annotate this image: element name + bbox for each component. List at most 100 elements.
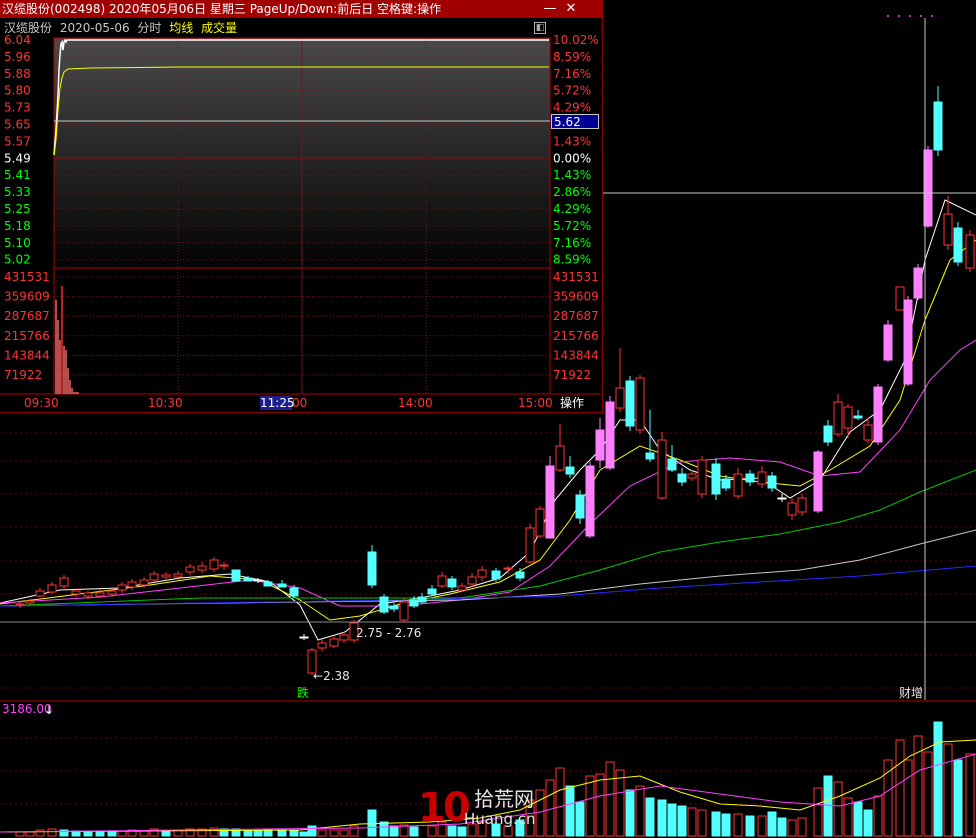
volume-axis-label-left: 215766 — [4, 329, 50, 343]
avg-line-legend[interactable]: 均线 — [169, 21, 193, 35]
price-axis-label: 5.65 — [4, 118, 31, 132]
volume-bar — [687, 807, 697, 837]
volume-bar — [117, 830, 127, 837]
candle-body — [757, 471, 767, 485]
volume-bar — [139, 830, 149, 837]
operations-button[interactable]: 操作 — [560, 396, 584, 410]
candle-body — [697, 459, 707, 495]
candle-body — [565, 466, 575, 475]
candle-body — [667, 458, 677, 471]
volume-axis-label-right: 71922 — [553, 368, 591, 382]
volume-bar — [83, 831, 93, 837]
candle-body — [243, 577, 253, 582]
chart-date: 2020-05-06 — [59, 21, 130, 35]
intraday-chart[interactable]: 6.045.965.885.805.735.655.575.495.415.33… — [0, 0, 602, 412]
percent-axis-label: 2.86% — [553, 185, 591, 199]
candle-body — [503, 567, 513, 570]
candle-body — [25, 600, 35, 604]
price-axis-label: 5.18 — [4, 219, 31, 233]
close-icon[interactable]: ✕ — [563, 1, 579, 17]
volume-bar — [777, 817, 787, 837]
candle-body — [339, 634, 349, 641]
volume-bar — [409, 826, 419, 837]
volume-bar — [299, 831, 309, 837]
candle-body — [47, 584, 57, 593]
candle-body — [943, 213, 953, 246]
candle-body — [525, 527, 535, 563]
candle-body — [161, 574, 171, 578]
volume-axis-label-left: 287687 — [4, 309, 50, 323]
price-axis-label: 5.57 — [4, 134, 31, 148]
volume-bar — [965, 753, 975, 837]
popup-titlebar[interactable]: 汉缆股份(002498) 2020年05月06日 星期三 PageUp/Down… — [0, 0, 602, 18]
candle-body — [173, 573, 183, 578]
range-annotation: 2.75 - 2.76 — [356, 626, 421, 640]
intraday-average-line — [53, 66, 549, 156]
candle-body — [615, 387, 625, 409]
candle-body — [399, 601, 409, 621]
candle-body — [477, 569, 487, 578]
volume-axis-label-left: 431531 — [4, 270, 50, 284]
candle-body — [625, 380, 635, 427]
volume-bar — [289, 829, 299, 837]
candle-body — [843, 406, 853, 429]
candle-body — [277, 583, 287, 588]
minimize-icon[interactable]: — — [542, 1, 558, 17]
volume-bar — [307, 825, 317, 837]
time-axis-label: 15:00 — [518, 396, 553, 410]
candle-body — [59, 577, 69, 587]
volume-bar — [47, 828, 57, 837]
candle-body — [913, 267, 923, 299]
volume-bar — [657, 799, 667, 837]
candle-body — [83, 592, 93, 597]
candle-body — [389, 605, 399, 610]
volume-bar — [833, 781, 843, 837]
popup-title: 汉缆股份(002498) 2020年05月06日 星期三 PageUp/Down… — [2, 2, 442, 16]
candle-body — [107, 590, 117, 595]
intraday-background — [54, 38, 550, 278]
volume-bar — [339, 829, 349, 837]
top-dots — [887, 15, 933, 17]
volume-axis-label-right: 359609 — [553, 290, 599, 304]
layout-toggle-icon[interactable]: ◧ — [534, 22, 546, 34]
volume-bar — [15, 831, 25, 837]
site-watermark: 10 拾荒网 Huang.cn — [418, 786, 558, 834]
candle-body — [677, 473, 687, 483]
volume-bar — [787, 819, 797, 837]
volume-legend[interactable]: 成交量 — [201, 21, 237, 35]
report-marker: 财增 — [899, 686, 923, 700]
percent-axis-label: 8.59% — [553, 253, 591, 267]
candle-body — [635, 377, 645, 431]
volume-axis-label-left: 359609 — [4, 290, 50, 304]
price-axis-label: 5.88 — [4, 67, 31, 81]
volume-axis-label-right: 431531 — [553, 270, 599, 284]
candle-body — [127, 581, 137, 588]
candle-body — [15, 603, 25, 606]
candle-body — [535, 508, 545, 537]
volume-axis-label-left: 143844 — [4, 348, 50, 362]
chart-mode: 分时 — [137, 21, 162, 35]
percent-axis-label: 7.16% — [553, 67, 591, 81]
price-axis-label: 5.73 — [4, 101, 31, 115]
volume-axis-label-right: 143844 — [553, 348, 599, 362]
intraday-popup-window[interactable]: 汉缆股份(002498) 2020年05月06日 星期三 PageUp/Down… — [0, 0, 603, 413]
percent-axis-label: 4.29% — [553, 101, 591, 115]
volume-bar — [161, 830, 171, 837]
candle-body — [823, 425, 833, 443]
candle-body — [555, 445, 565, 471]
volume-bar — [667, 803, 677, 837]
candle-body — [883, 324, 893, 361]
watermark-brand: 拾荒网 — [474, 787, 534, 811]
percent-axis-label: 0.00% — [553, 151, 591, 165]
candle-body — [231, 569, 241, 582]
time-axis-label: 09:30 — [24, 396, 59, 410]
percent-axis-label: 8.59% — [553, 50, 591, 64]
volume-axis-label-right: 215766 — [553, 329, 599, 343]
volume-bar — [317, 829, 327, 837]
volume-bar — [953, 759, 963, 837]
candle-body — [777, 497, 787, 500]
candle-body — [253, 579, 263, 582]
candle-body — [139, 579, 149, 586]
volume-bar — [853, 801, 863, 837]
candle-body — [515, 571, 525, 579]
